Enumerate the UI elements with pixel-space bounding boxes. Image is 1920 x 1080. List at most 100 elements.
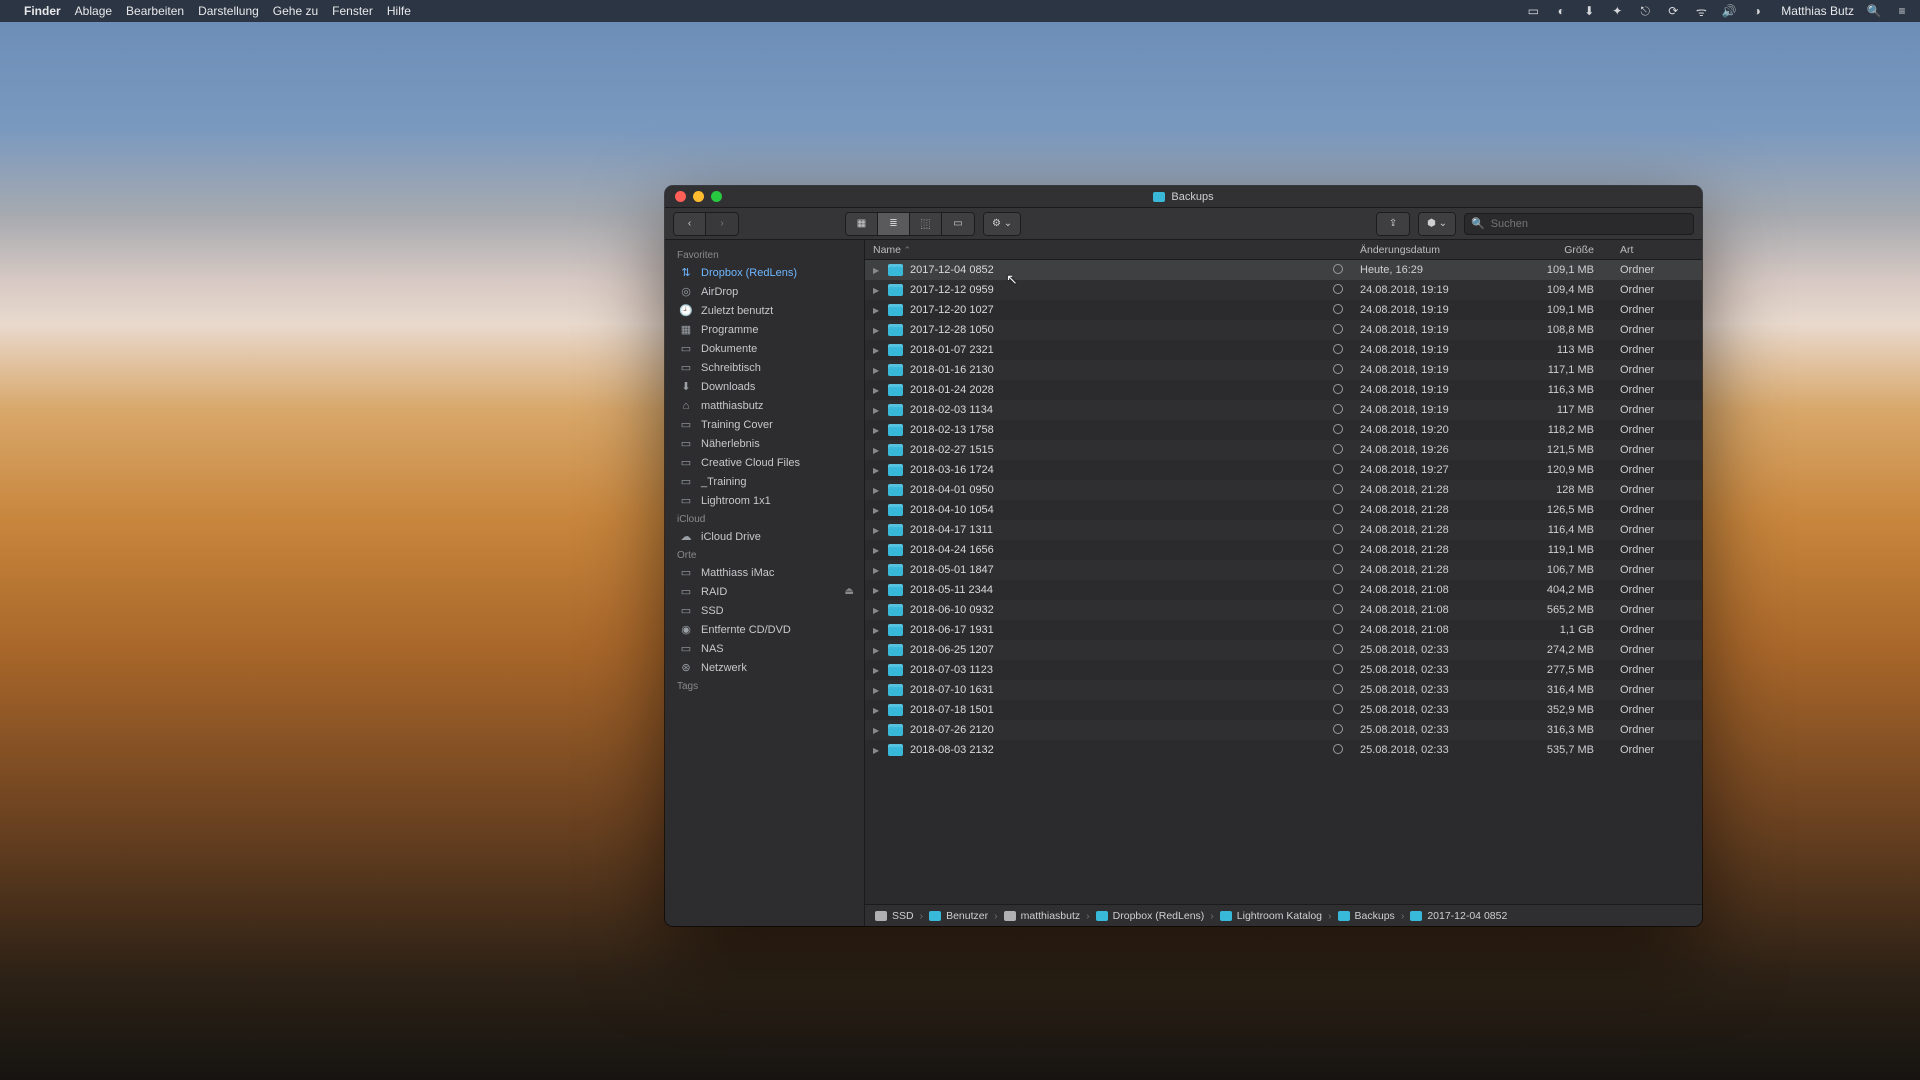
disclosure-triangle-icon[interactable]: ▶ — [873, 746, 881, 755]
disclosure-triangle-icon[interactable]: ▶ — [873, 686, 881, 695]
notification-center-icon[interactable]: ≡ — [1894, 3, 1910, 19]
disclosure-triangle-icon[interactable]: ▶ — [873, 706, 881, 715]
sidebar-item[interactable]: ▭Training Cover — [665, 415, 864, 434]
disclosure-triangle-icon[interactable]: ▶ — [873, 606, 881, 615]
path-item[interactable]: Backups — [1338, 910, 1395, 922]
sidebar-item[interactable]: ▭Dokumente — [665, 339, 864, 358]
table-row[interactable]: ▶2018-01-16 213024.08.2018, 19:19117,1 M… — [865, 360, 1702, 380]
disclosure-triangle-icon[interactable]: ▶ — [873, 506, 881, 515]
sidebar-item[interactable]: ☁iCloud Drive — [665, 527, 864, 546]
disclosure-triangle-icon[interactable]: ▶ — [873, 406, 881, 415]
col-size[interactable]: Größe — [1502, 244, 1612, 256]
table-row[interactable]: ▶2017-12-12 095924.08.2018, 19:19109,4 M… — [865, 280, 1702, 300]
forward-button[interactable]: › — [706, 213, 738, 235]
disclosure-triangle-icon[interactable]: ▶ — [873, 366, 881, 375]
disclosure-triangle-icon[interactable]: ▶ — [873, 326, 881, 335]
table-row[interactable]: ▶2018-07-18 150125.08.2018, 02:33352,9 M… — [865, 700, 1702, 720]
sidebar-item[interactable]: ▭RAID⏏ — [665, 582, 864, 601]
disclosure-triangle-icon[interactable]: ▶ — [873, 346, 881, 355]
table-row[interactable]: ▶2018-04-17 131124.08.2018, 21:28116,4 M… — [865, 520, 1702, 540]
col-name[interactable]: Name — [865, 244, 1324, 256]
sidebar-item[interactable]: ▭Schreibtisch — [665, 358, 864, 377]
status-icon[interactable]: ⟳ — [1665, 3, 1681, 19]
dropbox-button[interactable]: ⬢ ⌄ — [1419, 213, 1455, 235]
disclosure-triangle-icon[interactable]: ▶ — [873, 566, 881, 575]
path-item[interactable]: Lightroom Katalog — [1220, 910, 1322, 922]
table-row[interactable]: ▶2018-06-17 193124.08.2018, 21:081,1 GBO… — [865, 620, 1702, 640]
table-row[interactable]: ▶2018-03-16 172424.08.2018, 19:27120,9 M… — [865, 460, 1702, 480]
disclosure-triangle-icon[interactable]: ▶ — [873, 726, 881, 735]
table-row[interactable]: ▶2018-08-03 213225.08.2018, 02:33535,7 M… — [865, 740, 1702, 760]
table-row[interactable]: ▶2017-12-04 0852Heute, 16:29109,1 MBOrdn… — [865, 260, 1702, 280]
sidebar-item[interactable]: ◉Entfernte CD/DVD — [665, 620, 864, 639]
table-row[interactable]: ▶2018-04-01 095024.08.2018, 21:28128 MBO… — [865, 480, 1702, 500]
minimize-button[interactable] — [693, 191, 704, 202]
table-row[interactable]: ▶2018-06-10 093224.08.2018, 21:08565,2 M… — [865, 600, 1702, 620]
disclosure-triangle-icon[interactable]: ▶ — [873, 526, 881, 535]
titlebar[interactable]: Backups — [665, 186, 1702, 208]
disclosure-triangle-icon[interactable]: ▶ — [873, 586, 881, 595]
share-button[interactable]: ⇪ — [1377, 213, 1409, 235]
sidebar-item[interactable]: ▭Näherlebnis — [665, 434, 864, 453]
search-field[interactable]: 🔍 — [1464, 213, 1694, 235]
table-row[interactable]: ▶2018-04-24 165624.08.2018, 21:28119,1 M… — [865, 540, 1702, 560]
disclosure-triangle-icon[interactable]: ▶ — [873, 546, 881, 555]
sidebar-item[interactable]: 🕘Zuletzt benutzt — [665, 301, 864, 320]
sidebar-item[interactable]: ⌂matthiasbutz — [665, 396, 864, 415]
arrange-button[interactable]: ⚙ ⌄ — [983, 212, 1021, 236]
view-list-button[interactable]: ≣ — [878, 213, 910, 235]
table-row[interactable]: ▶2018-06-25 120725.08.2018, 02:33274,2 M… — [865, 640, 1702, 660]
table-row[interactable]: ▶2018-02-03 113424.08.2018, 19:19117 MBO… — [865, 400, 1702, 420]
menu-fenster[interactable]: Fenster — [332, 4, 373, 18]
status-icon[interactable]: 🔊 — [1721, 3, 1737, 19]
eject-icon[interactable]: ⏏ — [845, 586, 854, 597]
app-name[interactable]: Finder — [24, 4, 61, 18]
menu-darstellung[interactable]: Darstellung — [198, 4, 259, 18]
table-row[interactable]: ▶2018-01-24 202824.08.2018, 19:19116,3 M… — [865, 380, 1702, 400]
disclosure-triangle-icon[interactable]: ▶ — [873, 666, 881, 675]
status-icon[interactable]: ◑ — [1749, 3, 1765, 19]
path-item[interactable]: Dropbox (RedLens) — [1096, 910, 1205, 922]
table-row[interactable]: ▶2018-05-01 184724.08.2018, 21:28106,7 M… — [865, 560, 1702, 580]
disclosure-triangle-icon[interactable]: ▶ — [873, 426, 881, 435]
disclosure-triangle-icon[interactable]: ▶ — [873, 466, 881, 475]
sidebar-item[interactable]: ▭Matthiass iMac — [665, 563, 864, 582]
table-row[interactable]: ▶2018-02-27 151524.08.2018, 19:26121,5 M… — [865, 440, 1702, 460]
sidebar-item[interactable]: ▭NAS — [665, 639, 864, 658]
status-icon[interactable]: ⬇ — [1581, 3, 1597, 19]
sidebar-item[interactable]: ▭Lightroom 1x1 — [665, 491, 864, 510]
table-row[interactable]: ▶2018-07-26 212025.08.2018, 02:33316,3 M… — [865, 720, 1702, 740]
file-rows[interactable]: ▶2017-12-04 0852Heute, 16:29109,1 MBOrdn… — [865, 260, 1702, 904]
table-row[interactable]: ▶2017-12-28 105024.08.2018, 19:19108,8 M… — [865, 320, 1702, 340]
close-button[interactable] — [675, 191, 686, 202]
path-item[interactable]: Benutzer — [929, 910, 988, 922]
menu-hilfe[interactable]: Hilfe — [387, 4, 411, 18]
col-kind[interactable]: Art — [1612, 244, 1692, 256]
disclosure-triangle-icon[interactable]: ▶ — [873, 286, 881, 295]
status-icon[interactable]: ✦ — [1609, 3, 1625, 19]
disclosure-triangle-icon[interactable]: ▶ — [873, 266, 881, 275]
view-gallery-button[interactable]: ▭ — [942, 213, 974, 235]
sidebar-item[interactable]: ▭_Training — [665, 472, 864, 491]
search-input[interactable] — [1491, 218, 1687, 230]
back-button[interactable]: ‹ — [674, 213, 706, 235]
status-icon[interactable]: ▭ — [1525, 3, 1541, 19]
table-row[interactable]: ▶2018-07-10 163125.08.2018, 02:33316,4 M… — [865, 680, 1702, 700]
disclosure-triangle-icon[interactable]: ▶ — [873, 646, 881, 655]
status-icon[interactable]: ◐ — [1553, 3, 1569, 19]
path-item[interactable]: SSD — [875, 910, 914, 922]
menubar-user[interactable]: Matthias Butz — [1781, 4, 1854, 18]
sidebar-item[interactable]: ⊛Netzwerk — [665, 658, 864, 677]
sidebar-item[interactable]: ▭Creative Cloud Files — [665, 453, 864, 472]
sidebar-item[interactable]: ▭SSD — [665, 601, 864, 620]
disclosure-triangle-icon[interactable]: ▶ — [873, 486, 881, 495]
col-date[interactable]: Änderungsdatum — [1352, 244, 1502, 256]
sidebar-item[interactable]: ⬇Downloads — [665, 377, 864, 396]
view-column-button[interactable]: ⿲ — [910, 213, 942, 235]
sidebar-item[interactable]: ◎AirDrop — [665, 282, 864, 301]
status-icon[interactable]: ⎋ — [1637, 3, 1653, 19]
path-item[interactable]: 2017-12-04 0852 — [1410, 910, 1507, 922]
zoom-button[interactable] — [711, 191, 722, 202]
sidebar-item[interactable]: ▦Programme — [665, 320, 864, 339]
path-item[interactable]: matthiasbutz — [1004, 910, 1081, 922]
